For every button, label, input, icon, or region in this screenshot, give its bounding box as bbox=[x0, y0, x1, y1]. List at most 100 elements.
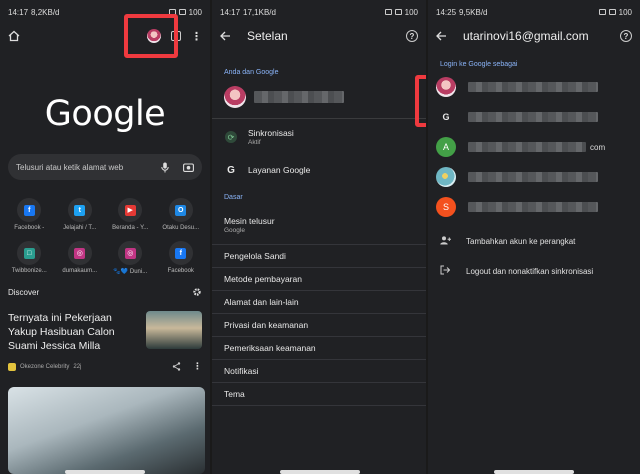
article-meta: Okezone Celebrity 22j ⋮ bbox=[0, 353, 210, 372]
account-toolbar: utarinovi16@gmail.com ? bbox=[428, 24, 640, 48]
toolbar: ⋮ bbox=[0, 24, 210, 48]
more-menu-icon[interactable]: ⋮ bbox=[191, 30, 202, 43]
shortcut-icon: ◎ bbox=[67, 241, 92, 265]
article-title[interactable]: Ternyata ini Pekerjaan Yakup Hasibuan Ca… bbox=[8, 311, 138, 353]
status-speed: 8,2KB/d bbox=[31, 7, 60, 17]
account-email-title: utarinovi16@gmail.com bbox=[463, 29, 589, 43]
settings-item[interactable]: Alamat dan lain-lain bbox=[212, 291, 426, 314]
account-item[interactable]: S bbox=[428, 192, 640, 222]
status-speed: 9,5KB/d bbox=[459, 7, 488, 17]
shortcut-glyph: f bbox=[23, 204, 35, 216]
shortcut-label: Twibbonize... bbox=[11, 268, 47, 274]
back-arrow-icon[interactable] bbox=[436, 31, 447, 41]
sync-label: Sinkronisasi bbox=[248, 128, 294, 138]
mic-icon[interactable] bbox=[161, 162, 169, 173]
account-avatar: S bbox=[436, 197, 456, 217]
shortcut-label: Facebook - bbox=[14, 225, 45, 231]
google-g-icon: G bbox=[227, 164, 235, 176]
account-list: G Acom S bbox=[428, 72, 640, 222]
share-icon[interactable] bbox=[172, 361, 181, 372]
status-bar: 14:17 17,1KB/d 100 bbox=[212, 0, 426, 24]
add-account-row[interactable]: Tambahkan akun ke perangkat bbox=[428, 226, 640, 256]
battery-icon bbox=[608, 9, 616, 15]
account-email-redacted bbox=[468, 202, 598, 212]
shortcut-glyph: ◎ bbox=[124, 247, 136, 259]
shortcut-tile[interactable]: ◎ dumakaum... bbox=[55, 241, 106, 275]
shortcut-icon: □ bbox=[17, 241, 42, 265]
article-more-icon[interactable]: ⋮ bbox=[193, 361, 202, 372]
settings-gear-icon[interactable] bbox=[192, 287, 202, 297]
settings-item[interactable]: Pengelola Sandi bbox=[212, 245, 426, 268]
shortcut-label: 🐾💙 Duni... bbox=[113, 269, 148, 275]
search-engine-row[interactable]: Mesin telusur Google bbox=[212, 205, 426, 245]
account-avatar bbox=[436, 77, 456, 97]
search-bar[interactable]: Telusuri atau ketik alamat web bbox=[8, 154, 202, 180]
account-email-redacted bbox=[468, 142, 586, 152]
settings-toolbar: Setelan ? bbox=[212, 24, 426, 48]
shortcut-glyph: f bbox=[175, 247, 187, 259]
discover-header: Discover bbox=[0, 285, 210, 299]
add-account-label: Tambahkan akun ke perangkat bbox=[466, 236, 576, 246]
settings-item[interactable]: Pemeriksaan keamanan bbox=[212, 337, 426, 360]
source-logo-icon bbox=[8, 362, 16, 371]
settings-list: Pengelola Sandi Metode pembayaran Alamat d… bbox=[212, 245, 426, 406]
article-thumbnail[interactable] bbox=[146, 311, 202, 349]
lens-camera-icon[interactable] bbox=[183, 162, 194, 173]
account-item[interactable] bbox=[428, 162, 640, 192]
section-login-as: Login ke Google sebagai bbox=[440, 60, 518, 68]
back-arrow-icon[interactable] bbox=[220, 31, 231, 41]
shortcut-tile[interactable]: ▶ Beranda - Y... bbox=[105, 198, 156, 231]
account-email-redacted bbox=[468, 82, 598, 92]
shortcut-label: Beranda - Y... bbox=[112, 225, 149, 231]
sync-row[interactable]: ⟳ Sinkronisasi Aktif bbox=[212, 119, 426, 155]
search-placeholder: Telusuri atau ketik alamat web bbox=[16, 162, 124, 172]
shortcut-icon: t bbox=[67, 198, 92, 222]
account-row[interactable] bbox=[212, 80, 426, 114]
shortcut-label: Jelajahi / T... bbox=[63, 225, 97, 231]
account-item[interactable] bbox=[428, 72, 640, 102]
settings-item[interactable]: Notifikasi bbox=[212, 360, 426, 383]
shortcut-label: dumakaum... bbox=[62, 268, 98, 274]
shortcut-tile[interactable]: ◎ 🐾💙 Duni... bbox=[105, 241, 156, 275]
settings-item[interactable]: Tema bbox=[212, 383, 426, 406]
home-icon[interactable] bbox=[8, 30, 20, 42]
sim-icon bbox=[384, 9, 392, 15]
account-item[interactable]: G bbox=[428, 102, 640, 132]
settings-item[interactable]: Privasi dan keamanan bbox=[212, 314, 426, 337]
battery-icon bbox=[178, 9, 186, 15]
settings-item[interactable]: Metode pembayaran bbox=[212, 268, 426, 291]
account-email-suffix: com bbox=[590, 142, 606, 152]
account-name-redacted bbox=[254, 91, 344, 103]
status-bar: 14:25 9,5KB/d 100 bbox=[428, 0, 640, 24]
gesture-bar bbox=[494, 470, 574, 474]
shortcut-tile[interactable]: f Facebook bbox=[156, 241, 207, 275]
chrome-new-tab-panel: 14:17 8,2KB/d 100 ⋮ Google Telusuri atau… bbox=[0, 0, 210, 474]
status-time: 14:17 bbox=[220, 7, 241, 17]
account-email-redacted bbox=[468, 112, 598, 122]
section-you-and-google: Anda dan Google bbox=[224, 68, 279, 76]
logout-row[interactable]: Logout dan nonaktifkan sinkronisasi bbox=[428, 256, 640, 286]
help-icon[interactable]: ? bbox=[406, 30, 418, 42]
shortcut-glyph: □ bbox=[23, 247, 35, 259]
google-services-label: Layanan Google bbox=[248, 165, 311, 175]
account-avatar bbox=[436, 167, 456, 187]
highlight-account bbox=[415, 75, 426, 127]
shortcut-icon: ▶ bbox=[118, 198, 143, 222]
google-services-row[interactable]: G Layanan Google bbox=[212, 155, 426, 185]
shortcut-grid: f Facebook - t Jelajahi / T... ▶ Beranda - Y.… bbox=[4, 198, 206, 275]
gesture-bar bbox=[280, 470, 360, 474]
shortcut-tile[interactable]: □ Twibbonize... bbox=[4, 241, 55, 275]
discover-label: Discover bbox=[8, 287, 40, 297]
status-speed: 17,1KB/d bbox=[243, 7, 276, 17]
article-large-image[interactable] bbox=[8, 387, 205, 474]
discover-article[interactable]: Ternyata ini Pekerjaan Yakup Hasibuan Ca… bbox=[0, 299, 210, 353]
shortcut-label: Otaku Desu... bbox=[162, 225, 200, 231]
account-item[interactable]: Acom bbox=[428, 132, 640, 162]
shortcut-label: Facebook bbox=[167, 268, 194, 274]
shortcut-tile[interactable]: O Otaku Desu... bbox=[156, 198, 207, 231]
help-icon[interactable]: ? bbox=[620, 30, 632, 42]
battery-level: 100 bbox=[618, 7, 632, 17]
account-avatar bbox=[224, 86, 246, 108]
shortcut-tile[interactable]: t Jelajahi / T... bbox=[55, 198, 106, 231]
shortcut-tile[interactable]: f Facebook - bbox=[4, 198, 55, 231]
